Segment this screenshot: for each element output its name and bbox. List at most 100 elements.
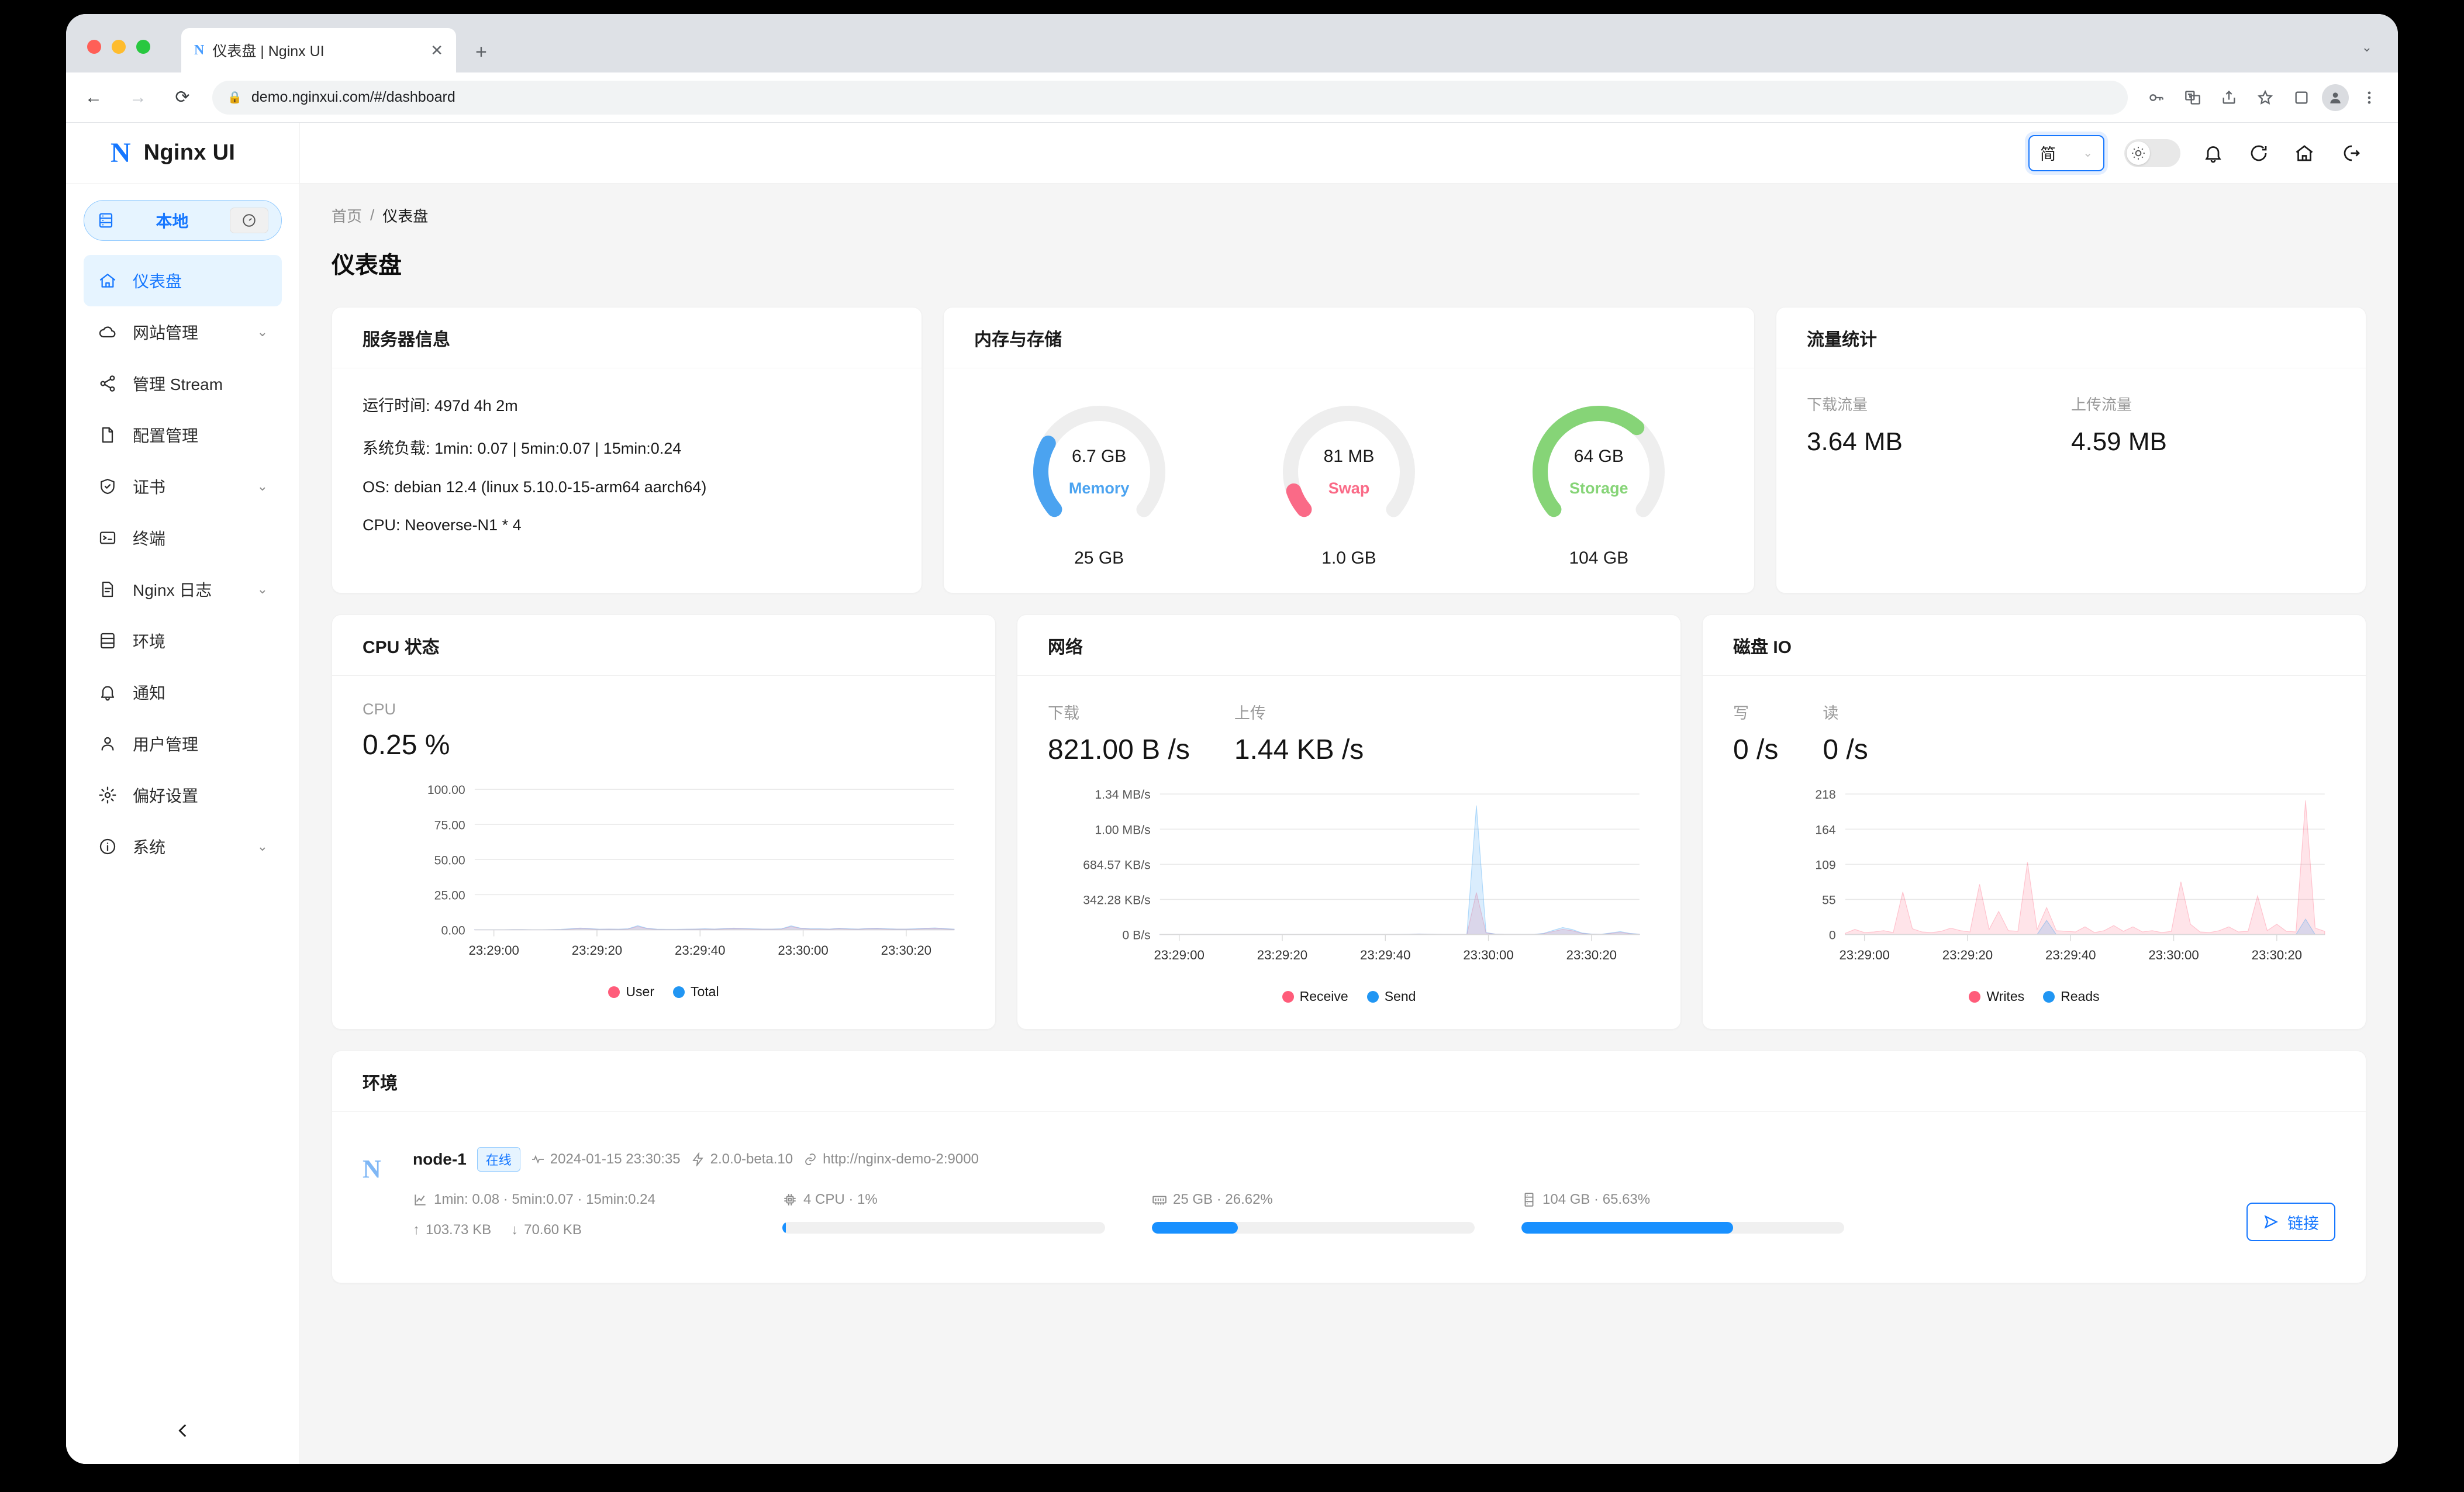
traffic-stat-value: 4.59 MB: [2071, 427, 2167, 456]
memory-storage-title: 内存与存储: [944, 308, 1754, 368]
node-header: node-1 在线 2024-01-15 23:30:35 2.0.0-beta…: [413, 1147, 2335, 1172]
gauge-total: 104 GB: [1569, 548, 1629, 568]
environment-switcher[interactable]: 本地: [84, 200, 282, 241]
browser-tab[interactable]: N 仪表盘 | Nginx UI ✕: [181, 28, 456, 72]
disk-metrics: 写 0 /s 读 0 /s: [1733, 700, 2335, 766]
svg-text:23:30:20: 23:30:20: [1566, 948, 1617, 962]
legend-item-0[interactable]: Receive: [1282, 989, 1348, 1004]
browser-menu-icon[interactable]: [2353, 82, 2385, 113]
reload-button[interactable]: ⟳: [165, 81, 199, 115]
chevron-down-icon[interactable]: ⌄: [257, 479, 268, 494]
traffic-stats-title: 流量统计: [1776, 308, 2366, 368]
profile-avatar[interactable]: [2322, 84, 2349, 111]
node-name: node-1: [413, 1150, 467, 1169]
language-selector[interactable]: 简 ⌄: [2028, 134, 2104, 171]
maximize-window-button[interactable]: [136, 40, 150, 54]
window-traffic-lights: [87, 40, 150, 54]
sidebar-item-7[interactable]: 环境: [84, 615, 282, 666]
network-chart-legend: Receive Send: [1048, 989, 1650, 1004]
legend-item-1[interactable]: Total: [672, 984, 719, 1000]
side-panel-icon[interactable]: [2286, 82, 2317, 113]
legend-label: User: [626, 984, 654, 1000]
sidebar-item-4[interactable]: 证书 ⌄: [84, 461, 282, 512]
chevron-down-icon[interactable]: ⌄: [2362, 40, 2372, 55]
svg-text:109: 109: [1815, 858, 1835, 872]
chart-svg: 0 B/s 342.28 KB/s 684.57 KB/s 1.00 MB/s 1.34…: [1083, 788, 1640, 962]
legend-item-1[interactable]: Reads: [2043, 989, 2100, 1004]
sidebar-collapse-button[interactable]: [66, 1421, 299, 1441]
address-bar[interactable]: 🔒 demo.nginxui.com/#/dashboard: [212, 80, 2128, 115]
sidebar-item-1[interactable]: 网站管理 ⌄: [84, 306, 282, 358]
metric-label: 写: [1733, 704, 1749, 722]
sidebar-item-label: 环境: [133, 633, 166, 651]
server-icon: [98, 631, 118, 651]
breadcrumb-home[interactable]: 首页: [332, 205, 362, 226]
server-info-line-1: 系统负载: 1min: 0.07 | 5min:0.07 | 15min:0.2…: [363, 440, 682, 457]
sidebar-item-6[interactable]: Nginx 日志 ⌄: [84, 564, 282, 615]
chevron-down-icon[interactable]: ⌄: [257, 582, 268, 597]
sidebar-item-0[interactable]: 仪表盘: [84, 255, 282, 306]
theme-toggle[interactable]: [2124, 139, 2180, 167]
legend-item-0[interactable]: Writes: [1969, 989, 2024, 1004]
sidebar-item-2[interactable]: 管理 Stream: [84, 358, 282, 409]
gauge-total: 1.0 GB: [1321, 548, 1376, 568]
sidebar-item-10[interactable]: 偏好设置: [84, 769, 282, 821]
disk-chart-legend: Writes Reads: [1733, 989, 2335, 1004]
svg-text:342.28 KB/s: 342.28 KB/s: [1083, 893, 1150, 907]
disk-icon: [1524, 1193, 1534, 1207]
refresh-icon[interactable]: [2246, 140, 2272, 166]
notifications-bell-icon[interactable]: [2200, 140, 2226, 166]
cloud-icon: [98, 322, 118, 342]
sidebar-item-5[interactable]: 终端: [84, 512, 282, 564]
home-icon[interactable]: [2292, 140, 2317, 166]
chart-svg: 0.00 25.00 50.00 75.00 100.00 23:29:00 23:29:2…: [427, 783, 955, 958]
metric-label: 上传: [1234, 704, 1266, 722]
app-logo[interactable]: N Nginx UI: [66, 123, 299, 184]
legend-color-dot: [1282, 990, 1294, 1003]
sidebar-item-8[interactable]: 通知: [84, 666, 282, 718]
close-window-button[interactable]: [87, 40, 101, 54]
legend-item-1[interactable]: Send: [1366, 989, 1416, 1004]
chevron-down-icon[interactable]: ⌄: [257, 324, 268, 340]
svg-text:0: 0: [1829, 929, 1836, 942]
terminal-icon: [98, 528, 118, 548]
legend-item-0[interactable]: User: [608, 984, 654, 1000]
legend-label: Total: [690, 984, 719, 1000]
lightning-icon: [692, 1152, 703, 1167]
browser-window: N 仪表盘 | Nginx UI ✕ + ⌄ ← → ⟳ 🔒 demo.ngin…: [66, 14, 2398, 1464]
node-url[interactable]: http://nginx-demo-2:9000: [803, 1151, 979, 1168]
network-chart: 0 B/s 342.28 KB/s 684.57 KB/s 1.00 MB/s 1.34…: [1048, 786, 1650, 1004]
back-button[interactable]: ←: [77, 81, 111, 115]
network-metrics: 下载 821.00 B /s 上传 1.44 KB /s: [1048, 700, 1650, 766]
chevron-down-icon: ⌄: [2083, 147, 2093, 160]
metric-value: 821.00 B /s: [1048, 734, 1190, 765]
new-tab-button[interactable]: +: [475, 42, 487, 62]
node-load-column: 1min: 0.08 · 5min:0.07 · 15min:0.24 ↑ 10…: [413, 1191, 782, 1252]
info-icon: [98, 837, 118, 856]
forward-button[interactable]: →: [121, 81, 155, 115]
sidebar-item-3[interactable]: 配置管理: [84, 409, 282, 461]
dashboard-row-3: 环境 N node-1 在线 2024-01-15 23:30:35 2.0.0…: [332, 1051, 2366, 1284]
bookmark-star-icon[interactable]: [2249, 82, 2281, 113]
dashboard-gauge-icon[interactable]: [230, 208, 268, 233]
minimize-window-button[interactable]: [112, 40, 126, 54]
node-memory-bar: [1152, 1222, 1475, 1234]
disk-io-card: 磁盘 IO 写 0 /s 读 0 /s 0 55 109 164 218 23:29:00 23:…: [1702, 614, 2366, 1030]
share-icon[interactable]: [2213, 82, 2245, 113]
language-value: 简: [2040, 146, 2056, 163]
memory-storage-body: 6.7 GB Memory 25 GB 81 MB Swap 1.0 GB 64 GB Sto…: [944, 368, 1754, 593]
node-load: 1min: 0.08 · 5min:0.07 · 15min:0.24: [413, 1191, 736, 1208]
node-logo-icon: N: [363, 1155, 381, 1184]
chevron-down-icon[interactable]: ⌄: [257, 839, 268, 854]
link-button[interactable]: 链接: [2246, 1203, 2335, 1242]
svg-text:23:29:40: 23:29:40: [675, 943, 725, 958]
node-cpu: 4 CPU · 1%: [782, 1191, 1105, 1208]
sidebar-item-9[interactable]: 用户管理: [84, 718, 282, 769]
translate-icon[interactable]: [2177, 82, 2208, 113]
node-cpu-column: 4 CPU · 1%: [782, 1191, 1152, 1252]
key-icon[interactable]: [2141, 82, 2172, 113]
sidebar-item-11[interactable]: 系统 ⌄: [84, 821, 282, 872]
logout-icon[interactable]: [2337, 140, 2363, 166]
close-tab-button[interactable]: ✕: [430, 42, 443, 60]
sidebar-item-label: 仪表盘: [133, 272, 182, 291]
